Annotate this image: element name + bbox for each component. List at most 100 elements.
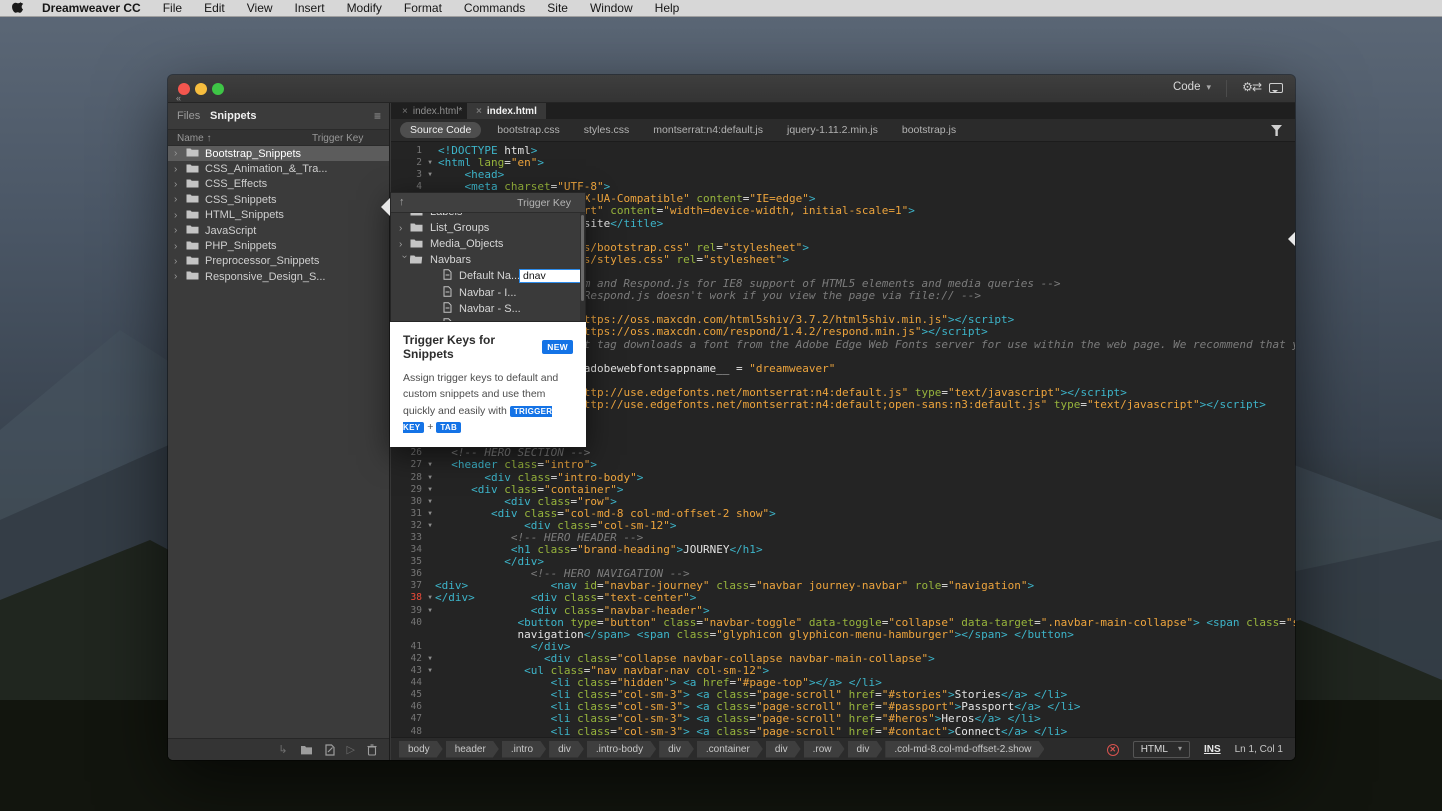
fold-arrow-icon[interactable]: ▼: [422, 496, 438, 508]
snippet-folder-row[interactable]: ›CSS_Animation_&_Tra...: [168, 161, 389, 176]
chevron-right-icon[interactable]: ›: [174, 241, 186, 252]
snippet-tree-row[interactable]: ›Media_Objects: [391, 236, 580, 252]
new-snippet-icon[interactable]: [325, 744, 335, 756]
tag-selector[interactable]: div: [766, 741, 801, 758]
menu-insert[interactable]: Insert: [295, 1, 325, 15]
menu-edit[interactable]: Edit: [204, 1, 225, 15]
apple-icon[interactable]: [12, 2, 24, 15]
menu-commands[interactable]: Commands: [464, 1, 525, 15]
chevron-down-icon[interactable]: ›: [399, 255, 410, 266]
column-trigger-key[interactable]: Trigger Key: [312, 133, 363, 144]
fold-arrow-icon[interactable]: ▼: [422, 653, 438, 665]
fold-arrow-icon[interactable]: ▼: [422, 605, 438, 617]
tab-files[interactable]: Files: [177, 110, 200, 122]
tag-selector[interactable]: .row: [804, 741, 845, 758]
fold-arrow-icon[interactable]: ▼: [422, 520, 438, 532]
tag-selector[interactable]: body: [399, 741, 443, 758]
tag-selector[interactable]: .intro: [502, 741, 546, 758]
zoom-window-button[interactable]: [212, 83, 224, 95]
snippet-folder-row[interactable]: ›Bootstrap_Snippets: [168, 146, 389, 161]
tag-selector[interactable]: div: [549, 741, 584, 758]
tag-selector[interactable]: .intro-body: [587, 741, 656, 758]
chevron-right-icon[interactable]: ›: [399, 223, 410, 234]
doc-tab-index.html[interactable]: ×index.html: [467, 103, 546, 119]
menu-dreamweaver-cc[interactable]: Dreamweaver CC: [42, 1, 141, 15]
view-mode-dropdown[interactable]: Code▾: [1173, 81, 1211, 93]
related-file-4[interactable]: jquery-1.11.2.min.js: [787, 124, 878, 136]
trigger-key-input[interactable]: [519, 269, 583, 283]
fold-arrow-icon[interactable]: ▼: [422, 169, 438, 181]
apply-snippet-icon[interactable]: ▷: [347, 743, 355, 756]
collapse-panel-icon[interactable]: «: [176, 93, 181, 103]
tag-selector[interactable]: div: [659, 741, 694, 758]
snippet-folder-row[interactable]: ›PHP_Snippets: [168, 238, 389, 253]
related-file-1[interactable]: bootstrap.css: [497, 124, 559, 136]
menubar-items: Dreamweaver CC File Edit View Insert Modify Fo…: [42, 1, 679, 15]
fold-arrow-icon[interactable]: ▼: [422, 665, 438, 677]
trash-icon[interactable]: [367, 744, 377, 756]
related-file-0[interactable]: Source Code: [400, 122, 481, 138]
snippet-folder-row[interactable]: ›Preprocessor_Snippets: [168, 254, 389, 269]
chevron-right-icon[interactable]: ›: [174, 164, 186, 175]
fold-arrow-icon[interactable]: ▼: [422, 472, 438, 484]
related-file-5[interactable]: bootstrap.js: [902, 124, 956, 136]
chevron-right-icon[interactable]: ›: [174, 179, 186, 190]
chevron-right-icon[interactable]: ›: [174, 271, 186, 282]
tag-selector[interactable]: header: [446, 741, 499, 758]
snippet-tree-row[interactable]: ›Navbars: [391, 252, 580, 268]
chevron-right-icon[interactable]: ›: [174, 148, 186, 159]
snippet-folder-row[interactable]: ›HTML_Snippets: [168, 208, 389, 223]
snippet-tree-row[interactable]: [391, 317, 580, 322]
fold-arrow-icon[interactable]: ▼: [422, 459, 438, 471]
folder-icon: [186, 224, 205, 237]
menu-help[interactable]: Help: [655, 1, 680, 15]
snippet-folder-row[interactable]: ›Responsive_Design_S...: [168, 269, 389, 284]
snippet-item-label: Default Na...: [459, 270, 520, 282]
tag-selector[interactable]: .container: [697, 741, 763, 758]
fold-arrow-icon[interactable]: ▼: [422, 484, 438, 496]
panel-menu-icon[interactable]: ≡: [374, 109, 381, 123]
window-titlebar[interactable]: Code▾ ⚙⇄: [168, 75, 1295, 103]
chevron-right-icon[interactable]: ›: [174, 256, 186, 267]
related-file-2[interactable]: styles.css: [584, 124, 630, 136]
close-icon[interactable]: ×: [476, 106, 482, 117]
snippet-folder-row[interactable]: ›CSS_Snippets: [168, 192, 389, 207]
column-name[interactable]: Name ↑: [177, 133, 211, 144]
menu-view[interactable]: View: [247, 1, 273, 15]
chevron-right-icon[interactable]: ›: [399, 239, 410, 250]
insert-snippet-icon[interactable]: ↳: [278, 743, 287, 756]
menu-modify[interactable]: Modify: [347, 1, 382, 15]
menu-site[interactable]: Site: [547, 1, 568, 15]
snippet-tree-row[interactable]: ›List_Groups: [391, 220, 580, 236]
doc-tab-index.html[interactable]: ×index.html*: [393, 103, 471, 119]
error-icon[interactable]: ✕: [1107, 744, 1119, 756]
snippet-folder-row[interactable]: ›CSS_Effects: [168, 177, 389, 192]
menu-file[interactable]: File: [163, 1, 182, 15]
tag-selector[interactable]: .col-md-8.col-md-offset-2.show: [885, 741, 1044, 758]
fold-arrow-icon[interactable]: ▼: [422, 508, 438, 520]
snippet-tree-row[interactable]: Navbar - S...: [391, 301, 580, 317]
tab-snippets[interactable]: Snippets: [210, 110, 256, 122]
doctype-dropdown[interactable]: HTML ▾: [1133, 741, 1190, 758]
menu-window[interactable]: Window: [590, 1, 633, 15]
close-icon[interactable]: ×: [402, 106, 408, 117]
snippet-folder-row[interactable]: ›JavaScript: [168, 223, 389, 238]
chevron-right-icon[interactable]: ›: [174, 225, 186, 236]
scrollbar[interactable]: [580, 213, 585, 321]
chevron-right-icon[interactable]: ›: [174, 210, 186, 221]
insert-mode-toggle[interactable]: INS: [1204, 744, 1221, 755]
minimize-window-button[interactable]: [195, 83, 207, 95]
snippet-tree-row[interactable]: Default Na...: [391, 268, 580, 284]
gear-sync-icon[interactable]: ⚙⇄: [1242, 80, 1261, 94]
chevron-right-icon[interactable]: ›: [174, 194, 186, 205]
related-file-3[interactable]: montserrat:n4:default.js: [653, 124, 763, 136]
hidden-panel-grip[interactable]: [1288, 231, 1295, 247]
fold-arrow-icon[interactable]: ▼: [422, 157, 438, 169]
snippet-tree-row[interactable]: Navbar - I...: [391, 284, 580, 300]
new-folder-icon[interactable]: [300, 744, 313, 755]
menu-format[interactable]: Format: [404, 1, 442, 15]
tag-selector[interactable]: div: [848, 741, 883, 758]
up-arrow-icon[interactable]: ↑: [399, 196, 405, 208]
filter-icon[interactable]: [1271, 125, 1282, 136]
comment-bubble-icon[interactable]: [1269, 83, 1283, 93]
